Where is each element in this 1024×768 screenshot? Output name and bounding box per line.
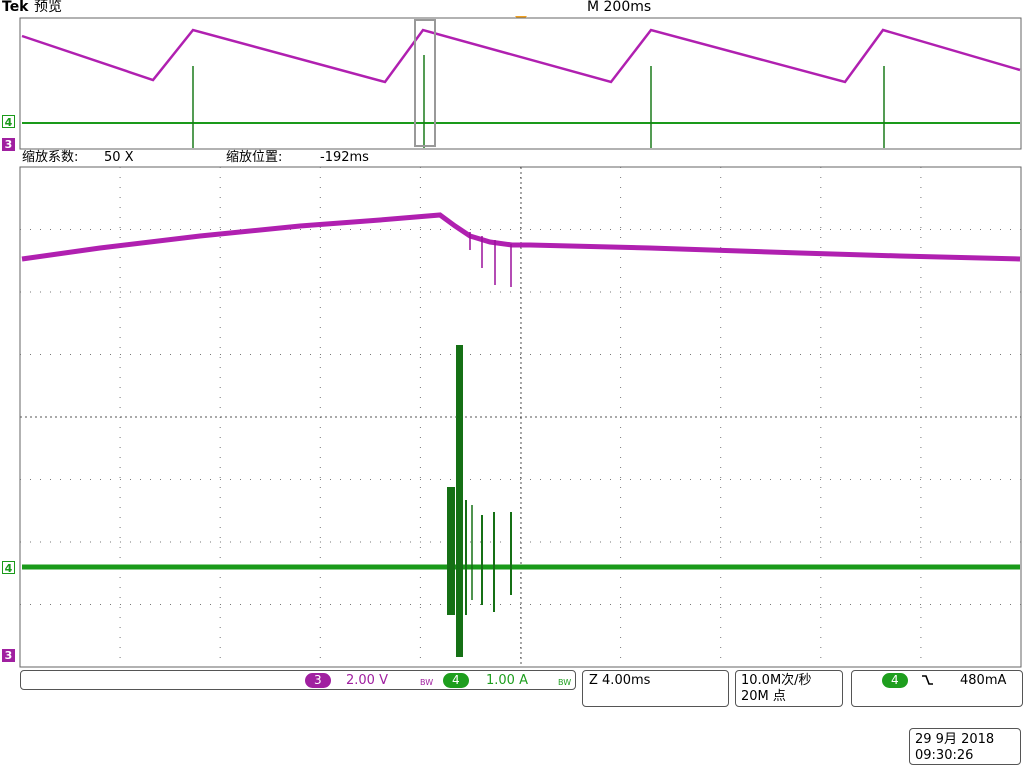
record-length: 20M 点 [741,689,786,704]
time-readout: 09:30:26 [915,748,974,763]
zoom-factor-value: 50 X [104,150,134,165]
ch4-overview-level-marker[interactable]: 4 [2,115,15,129]
falling-edge-icon [920,673,934,687]
overview-graticule [19,17,1022,150]
waveform-display [19,17,1022,668]
sample-rate: 10.0M次/秒 [741,673,812,688]
ch4-bandwidth-mark: BW [558,678,572,687]
ch3-badge[interactable]: 3 [305,673,331,688]
ch3-level-marker[interactable]: 3 [2,649,15,662]
ch3-overview-level-marker[interactable]: 3 [2,138,15,151]
zoom-position-label: 缩放位置: [226,150,283,165]
ch4-badge[interactable]: 4 [443,673,469,688]
zoom-position-value: -192ms [320,150,369,165]
date-readout: 29 9月 2018 [915,732,995,747]
trigger-level[interactable]: 480mA [960,673,1006,688]
ch3-scale[interactable]: 2.00 V [346,673,388,688]
zoom-timebase[interactable]: Z 4.00ms [589,673,650,688]
ch4-scale[interactable]: 1.00 A [486,673,528,688]
ch4-level-marker[interactable]: 4 [2,561,15,575]
trigger-source-badge[interactable]: 4 [882,673,908,688]
ch3-bandwidth-mark: BW [420,678,434,687]
zoom-factor-label: 缩放系数: [22,150,79,165]
